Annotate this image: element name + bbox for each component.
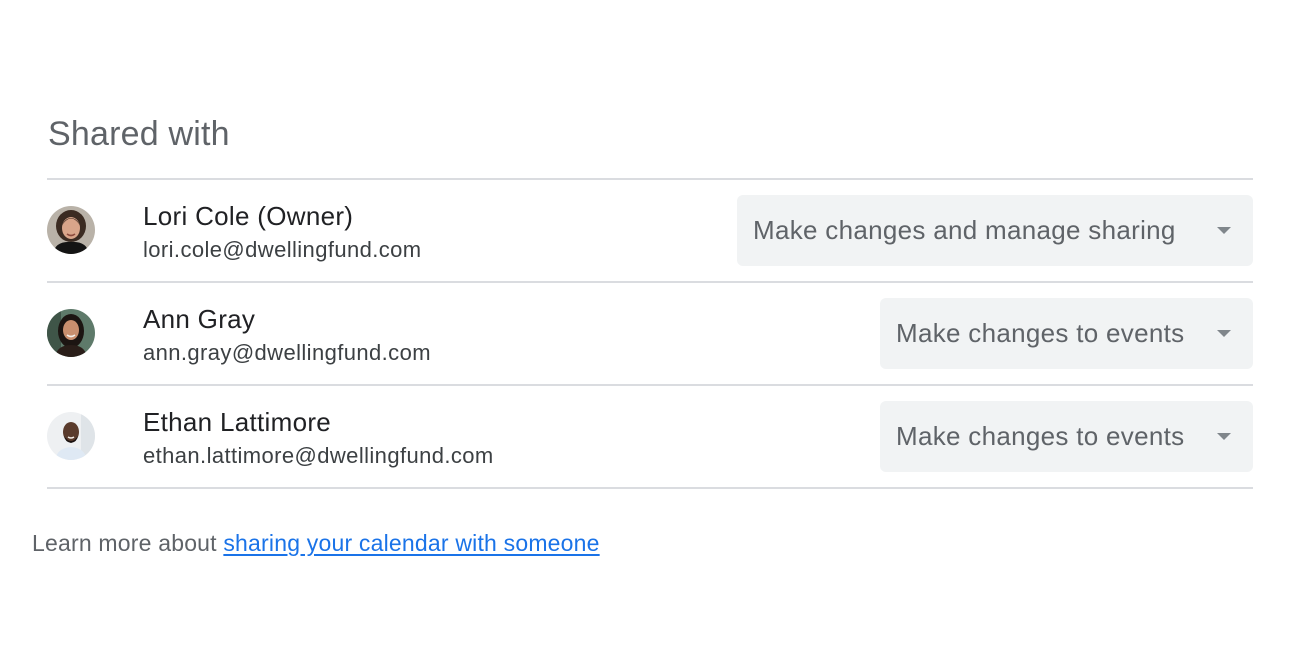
- permission-dropdown[interactable]: Make changes to events: [880, 401, 1253, 472]
- learn-more-prefix: Learn more about: [32, 530, 224, 556]
- section-title: Shared with: [48, 115, 230, 153]
- caret-down-icon: [1217, 330, 1231, 337]
- person-name: Lori Cole (Owner): [143, 201, 354, 231]
- caret-down-icon: [1217, 227, 1231, 234]
- permission-label: Make changes to events: [896, 421, 1185, 451]
- permission-dropdown[interactable]: Make changes and manage sharing: [737, 195, 1253, 266]
- avatar: [47, 206, 95, 254]
- calendar-sharing-panel: Shared with Lori Cole (Owner) lori.cole@…: [0, 0, 1300, 650]
- person-photo-icon: [47, 206, 95, 254]
- permission-dropdown[interactable]: Make changes to events: [880, 298, 1253, 369]
- person-email: ann.gray@dwellingfund.com: [143, 340, 431, 365]
- shared-with-list: Lori Cole (Owner) lori.cole@dwellingfund…: [47, 178, 1253, 489]
- person-name: Ethan Lattimore: [143, 407, 332, 437]
- learn-more-text: Learn more about sharing your calendar w…: [32, 528, 600, 558]
- person-email: lori.cole@dwellingfund.com: [143, 237, 422, 262]
- permission-label: Make changes and manage sharing: [753, 215, 1176, 245]
- person-email: ethan.lattimore@dwellingfund.com: [143, 443, 494, 468]
- shared-person-row: Ethan Lattimore ethan.lattimore@dwelling…: [47, 386, 1253, 489]
- caret-down-icon: [1217, 433, 1231, 440]
- avatar: [47, 309, 95, 357]
- shared-person-row: Ann Gray ann.gray@dwellingfund.com Make …: [47, 283, 1253, 386]
- person-photo-icon: [47, 309, 95, 357]
- person-name: Ann Gray: [143, 304, 256, 334]
- shared-person-row: Lori Cole (Owner) lori.cole@dwellingfund…: [47, 180, 1253, 283]
- avatar: [47, 412, 95, 460]
- person-photo-icon: [47, 412, 95, 460]
- sharing-help-link[interactable]: sharing your calendar with someone: [223, 530, 599, 556]
- permission-label: Make changes to events: [896, 318, 1185, 348]
